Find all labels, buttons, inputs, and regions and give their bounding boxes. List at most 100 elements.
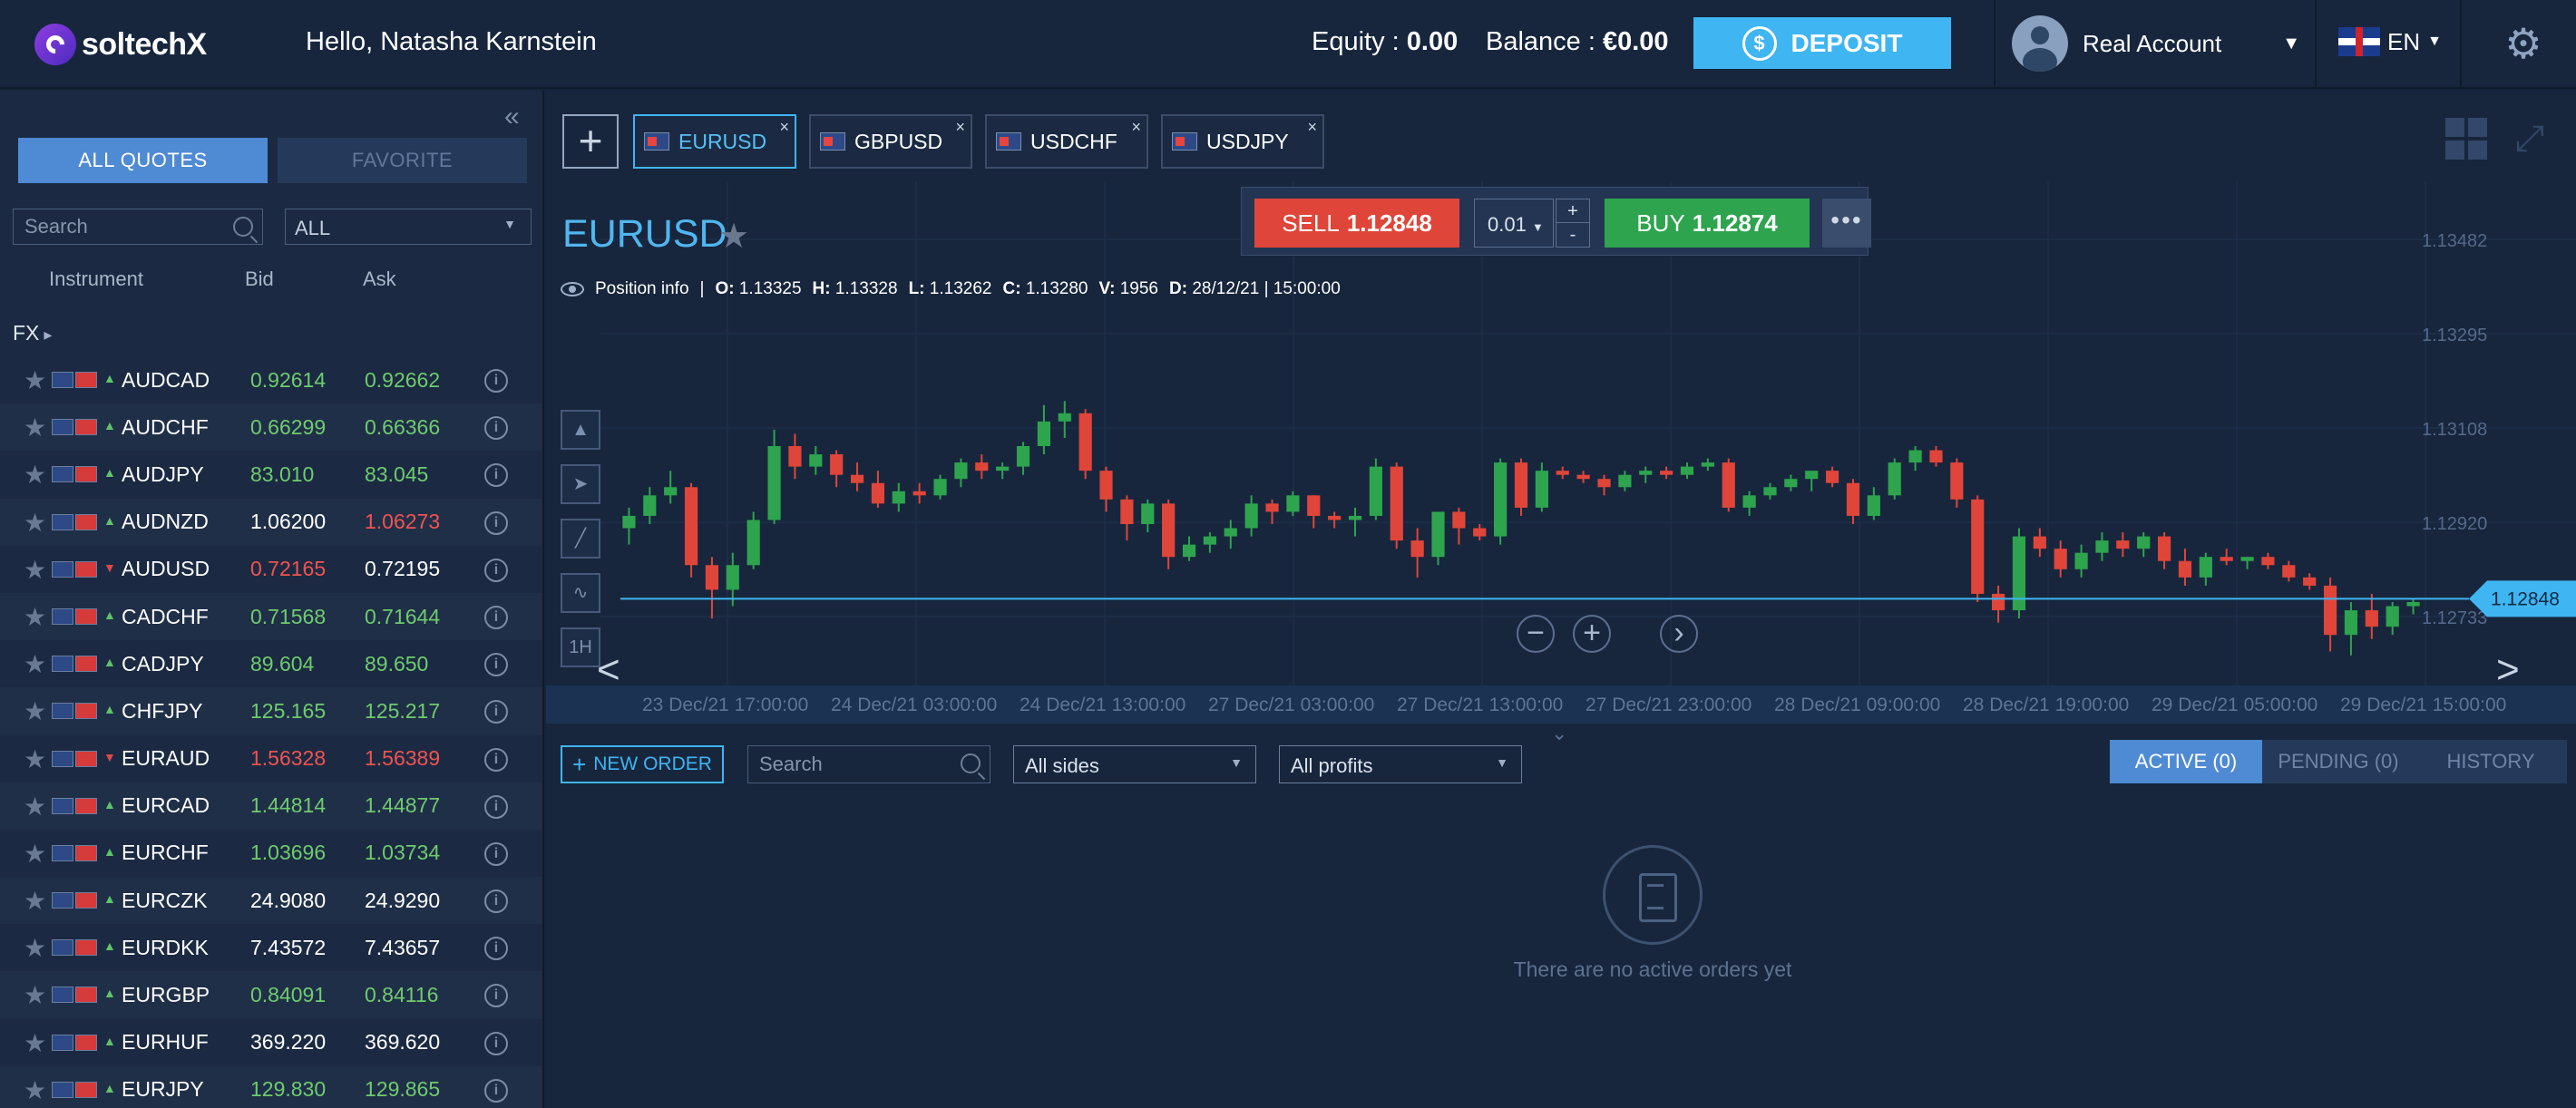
scroll-forward-icon[interactable]: › xyxy=(1660,615,1698,653)
candle[interactable] xyxy=(1016,442,1030,475)
candle[interactable] xyxy=(1452,507,1466,545)
orders-search-input[interactable] xyxy=(748,746,990,782)
candle[interactable] xyxy=(975,454,989,480)
info-icon[interactable]: i xyxy=(484,510,508,535)
candle[interactable] xyxy=(1162,499,1176,569)
quote-ask[interactable]: 0.84116 xyxy=(365,983,438,1007)
candle[interactable] xyxy=(2282,560,2296,582)
quote-bid[interactable]: 0.84091 xyxy=(250,983,326,1007)
sell-button[interactable]: SELL 1.12848 xyxy=(1254,199,1459,248)
candle[interactable] xyxy=(1494,458,1508,545)
quote-bid[interactable]: 369.220 xyxy=(250,1030,326,1055)
quote-bid[interactable]: 1.44814 xyxy=(250,793,326,818)
candle[interactable] xyxy=(1971,495,1985,602)
quote-row[interactable]: ★ ▲ EURCAD 1.44814 1.44877 i xyxy=(0,782,542,830)
increment-lot-button[interactable]: + xyxy=(1556,199,1589,223)
quote-ask[interactable]: 1.03734 xyxy=(365,841,440,865)
quote-row[interactable]: ★ ▲ EURCHF 1.03696 1.03734 i xyxy=(0,830,542,877)
candle[interactable] xyxy=(1410,528,1424,578)
quote-ask[interactable]: 0.71644 xyxy=(365,605,440,629)
candle[interactable] xyxy=(1992,585,2005,623)
candle[interactable] xyxy=(1244,495,1258,537)
candle[interactable] xyxy=(1120,495,1134,541)
candle[interactable] xyxy=(1078,409,1092,480)
favorite-star-icon[interactable]: ★ xyxy=(24,602,46,632)
favorite-star-icon[interactable]: ★ xyxy=(24,886,46,916)
candle[interactable] xyxy=(2323,577,2337,652)
close-icon[interactable]: × xyxy=(779,118,789,137)
quote-row[interactable]: ★ ▲ EURJPY 129.830 129.865 i xyxy=(0,1065,542,1108)
info-icon[interactable]: i xyxy=(484,937,508,961)
quote-ask[interactable]: 0.92662 xyxy=(365,368,440,393)
lot-size-select[interactable]: 0.01 ▼ xyxy=(1474,199,1554,248)
candle[interactable] xyxy=(1307,495,1321,529)
candle[interactable] xyxy=(1722,458,1735,512)
candle[interactable] xyxy=(933,474,947,500)
quote-row[interactable]: ★ ▼ EURAUD 1.56328 1.56389 i xyxy=(0,735,542,782)
tab-gbpusd[interactable]: GBPUSD × xyxy=(809,114,972,169)
quote-row[interactable]: ★ ▲ EURHUF 369.220 369.620 i xyxy=(0,1019,542,1066)
candle[interactable] xyxy=(1680,462,1694,480)
quote-bid[interactable]: 89.604 xyxy=(250,652,314,676)
favorite-star-icon[interactable]: ★ xyxy=(24,413,46,442)
candle[interactable] xyxy=(1535,462,1548,512)
candle[interactable] xyxy=(912,482,926,504)
quote-bid[interactable]: 1.03696 xyxy=(250,841,326,865)
candle[interactable] xyxy=(1763,482,1777,500)
tab-usdjpy[interactable]: USDJPY × xyxy=(1161,114,1324,169)
quote-row[interactable]: ★ ▼ AUDUSD 0.72165 0.72195 i xyxy=(0,546,542,593)
candle[interactable] xyxy=(1390,462,1403,549)
candle[interactable] xyxy=(830,450,844,488)
group-fx[interactable]: FX xyxy=(13,321,52,345)
candle[interactable] xyxy=(1514,458,1528,516)
candle[interactable] xyxy=(1846,479,1860,524)
candle[interactable] xyxy=(2344,602,2358,656)
candle[interactable] xyxy=(2406,598,2420,615)
tab-history[interactable]: HISTORY xyxy=(2415,740,2567,783)
quote-bid[interactable]: 1.56328 xyxy=(250,746,326,771)
quote-bid[interactable]: 0.92614 xyxy=(250,368,326,393)
profits-select[interactable]: All profits ▼ xyxy=(1279,745,1522,783)
quote-bid[interactable]: 0.71568 xyxy=(250,605,326,629)
candle[interactable] xyxy=(2178,549,2192,586)
quote-row[interactable]: ★ ▲ CADCHF 0.71568 0.71644 i xyxy=(0,592,542,641)
info-icon[interactable]: i xyxy=(484,369,508,393)
cursor-icon[interactable]: ➤ xyxy=(561,464,600,504)
quote-ask[interactable]: 125.217 xyxy=(365,699,440,724)
candle[interactable] xyxy=(1742,491,1756,516)
candle[interactable] xyxy=(871,471,885,508)
instrument-filter-select[interactable]: ALL ▼ xyxy=(285,209,532,245)
candle[interactable] xyxy=(954,458,968,488)
quote-bid[interactable]: 7.43572 xyxy=(250,936,326,960)
candle[interactable] xyxy=(2240,557,2254,569)
candle[interactable] xyxy=(809,446,823,475)
candle[interactable] xyxy=(2365,593,2378,639)
quote-bid[interactable]: 0.72165 xyxy=(250,557,326,581)
more-options-icon[interactable]: ••• xyxy=(1822,199,1871,248)
candle[interactable] xyxy=(1431,511,1445,566)
favorite-star-icon[interactable]: ★ xyxy=(24,555,46,585)
candle[interactable] xyxy=(1369,458,1382,520)
candle[interactable] xyxy=(2074,544,2088,578)
info-icon[interactable]: i xyxy=(484,889,508,914)
tab-favorite[interactable]: FAVORITE xyxy=(278,138,527,183)
info-icon[interactable]: i xyxy=(484,653,508,677)
quote-row[interactable]: ★ ▲ AUDJPY 83.010 83.045 i xyxy=(0,451,542,498)
quote-row[interactable]: ★ ▲ AUDCAD 0.92614 0.92662 i xyxy=(0,356,542,403)
quote-ask[interactable]: 0.66366 xyxy=(365,415,440,440)
candle[interactable] xyxy=(1328,511,1342,529)
info-icon[interactable]: i xyxy=(484,463,508,488)
candle[interactable] xyxy=(996,462,1010,480)
candle[interactable] xyxy=(1826,466,1839,488)
candle[interactable] xyxy=(2386,602,2399,636)
candle[interactable] xyxy=(2303,573,2317,590)
quote-ask[interactable]: 1.44877 xyxy=(365,793,440,818)
quote-row[interactable]: ★ ▲ EURDKK 7.43572 7.43657 i xyxy=(0,924,542,971)
gear-icon[interactable]: ⚙ xyxy=(2502,22,2545,65)
add-symbol-tab-button[interactable]: + xyxy=(562,114,619,169)
candle[interactable] xyxy=(1929,446,1943,467)
quote-ask[interactable]: 24.9290 xyxy=(365,889,440,913)
favorite-star-icon[interactable]: ★ xyxy=(24,365,46,395)
deposit-button[interactable]: $ DEPOSIT xyxy=(1693,17,1951,69)
quote-ask[interactable]: 7.43657 xyxy=(365,936,440,960)
